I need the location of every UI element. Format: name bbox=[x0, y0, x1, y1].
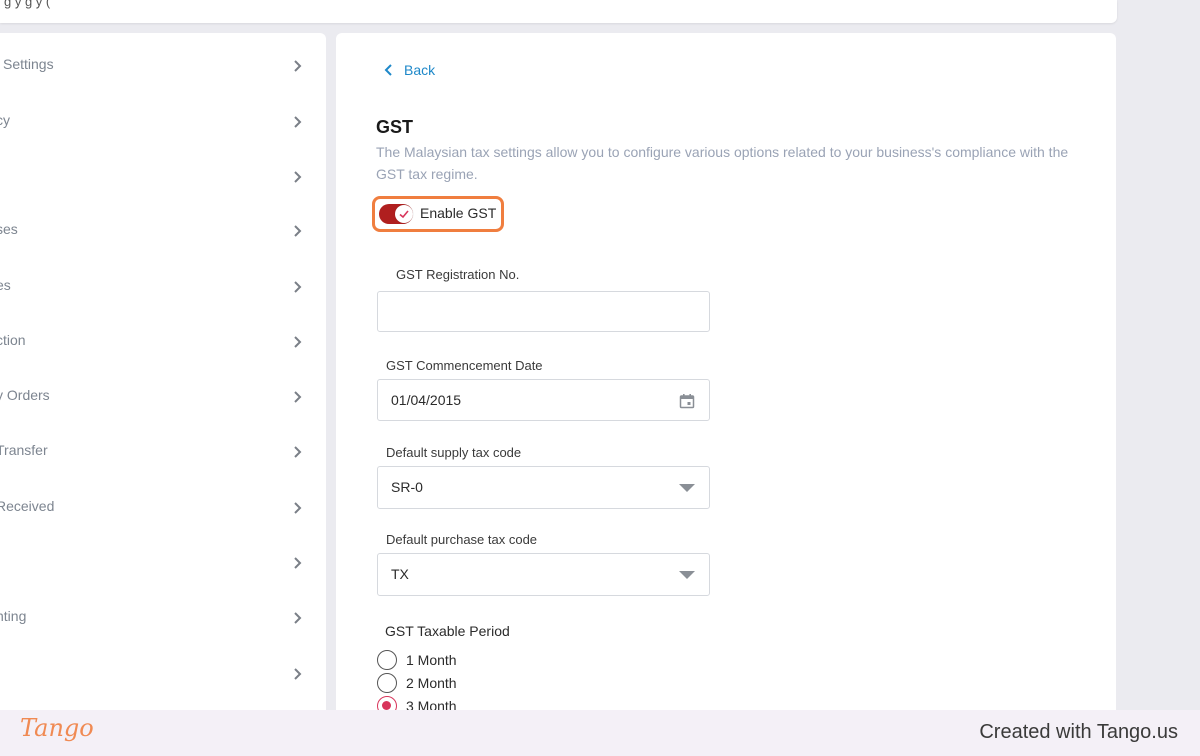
enable-gst-highlight: Enable GST bbox=[372, 196, 504, 232]
toggle-knob bbox=[395, 205, 413, 223]
chevron-right-icon bbox=[294, 391, 302, 403]
sidebar-item-orders[interactable]: y Orders bbox=[0, 377, 326, 417]
enable-gst-toggle[interactable] bbox=[379, 204, 413, 224]
top-bar: g y g y ( bbox=[0, 0, 1117, 23]
supply-tax-label: Default supply tax code bbox=[386, 445, 522, 460]
caret-down-icon bbox=[679, 484, 695, 492]
tango-logo: Tango bbox=[20, 714, 94, 742]
radio-3-month[interactable]: 3 Month bbox=[377, 696, 457, 710]
chevron-right-icon bbox=[294, 60, 302, 72]
chevron-right-icon bbox=[294, 502, 302, 514]
chevron-right-icon bbox=[294, 281, 302, 293]
sidebar-item-accounting[interactable]: nting bbox=[0, 598, 326, 638]
check-icon bbox=[399, 210, 409, 219]
calendar-icon[interactable] bbox=[679, 393, 695, 409]
radio-circle bbox=[377, 696, 397, 710]
purchase-tax-select[interactable]: TX bbox=[377, 553, 710, 596]
commencement-value: 01/04/2015 bbox=[391, 392, 462, 408]
purchase-tax-label: Default purchase tax code bbox=[386, 532, 538, 547]
supply-tax-select[interactable]: SR-0 bbox=[377, 466, 710, 509]
commencement-label: GST Commencement Date bbox=[386, 358, 543, 373]
sidebar-item-label: ses bbox=[0, 221, 18, 237]
sidebar-item-sales[interactable]: es bbox=[0, 267, 326, 307]
chevron-right-icon bbox=[294, 116, 302, 128]
radio-label: 1 Month bbox=[406, 652, 457, 668]
sidebar-item-label: ction bbox=[0, 332, 26, 348]
back-label: Back bbox=[404, 62, 436, 78]
main-panel: Back GST The Malaysian tax settings allo… bbox=[336, 33, 1116, 710]
sidebar-item-currency[interactable]: cy bbox=[0, 102, 326, 142]
chevron-right-icon bbox=[294, 557, 302, 569]
registration-input[interactable] bbox=[377, 291, 710, 332]
radio-label: 3 Month bbox=[406, 698, 457, 710]
radio-2-month[interactable]: 2 Month bbox=[377, 673, 457, 693]
registration-label: GST Registration No. bbox=[396, 267, 520, 282]
purchase-tax-value: TX bbox=[391, 566, 409, 582]
sidebar-item-12[interactable] bbox=[0, 654, 326, 694]
sidebar-item-transfer[interactable]: Transfer bbox=[0, 432, 326, 472]
page-title: GST bbox=[376, 117, 414, 137]
sidebar-item-label: cy bbox=[0, 112, 10, 128]
top-bar-text: g y g y ( bbox=[4, 0, 51, 9]
sidebar-item-production[interactable]: ction bbox=[0, 322, 326, 362]
radio-circle bbox=[377, 650, 397, 670]
sidebar: l Settings cy ses es ction y Orders Tran… bbox=[0, 33, 326, 710]
sidebar-item-settings[interactable]: l Settings bbox=[0, 46, 326, 86]
chevron-left-icon bbox=[384, 64, 392, 76]
caret-down-icon bbox=[679, 571, 695, 579]
chevron-right-icon bbox=[294, 336, 302, 348]
radio-1-month[interactable]: 1 Month bbox=[377, 650, 457, 670]
chevron-right-icon bbox=[294, 446, 302, 458]
sidebar-item-label: nting bbox=[0, 608, 27, 624]
chevron-right-icon bbox=[294, 225, 302, 237]
sidebar-item-label: l Settings bbox=[0, 56, 54, 72]
sidebar-item-3[interactable] bbox=[0, 157, 326, 197]
footer: Tango Created with Tango.us bbox=[0, 710, 1200, 756]
sidebar-item-label: Received bbox=[0, 498, 55, 514]
radio-circle bbox=[377, 673, 397, 693]
taxable-period-label: GST Taxable Period bbox=[385, 623, 510, 639]
sidebar-item-label: Transfer bbox=[0, 442, 48, 458]
sidebar-item-label: y Orders bbox=[0, 387, 50, 403]
commencement-date-input[interactable]: 01/04/2015 bbox=[377, 379, 710, 421]
radio-label: 2 Month bbox=[406, 675, 457, 691]
page-description: The Malaysian tax settings allow you to … bbox=[376, 144, 1069, 182]
footer-credit: Created with Tango.us bbox=[979, 721, 1178, 743]
sidebar-item-received[interactable]: Received bbox=[0, 488, 326, 528]
chevron-right-icon bbox=[294, 171, 302, 183]
sidebar-item-t[interactable]: t bbox=[0, 543, 326, 583]
enable-gst-label: Enable GST bbox=[420, 205, 497, 221]
sidebar-item-label: es bbox=[0, 277, 11, 293]
supply-tax-value: SR-0 bbox=[391, 479, 423, 495]
chevron-right-icon bbox=[294, 668, 302, 680]
chevron-right-icon bbox=[294, 612, 302, 624]
sidebar-item-purchases[interactable]: ses bbox=[0, 211, 326, 251]
back-link[interactable]: Back bbox=[384, 60, 435, 80]
